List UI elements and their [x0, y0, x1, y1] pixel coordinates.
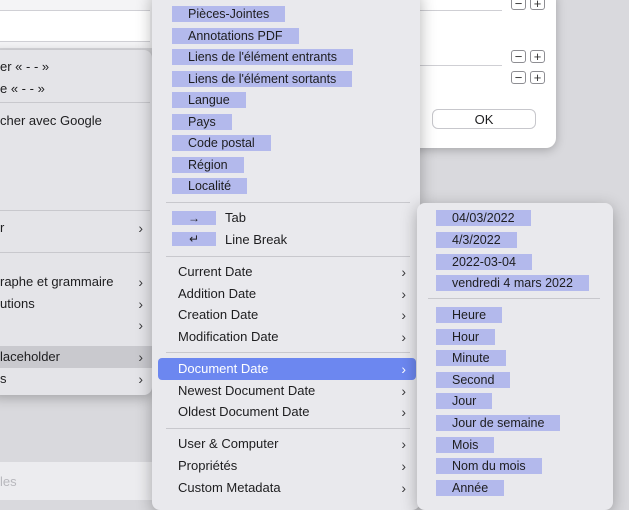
left-menu-item[interactable]: cher avec Google	[0, 110, 152, 132]
remove-row-button[interactable]: −	[511, 50, 526, 63]
menu-separator	[166, 428, 410, 429]
date-format-item[interactable]: 2022-03-04	[436, 254, 532, 270]
date-component-item[interactable]: Mois	[436, 437, 495, 453]
return-arrow-icon: ↵	[172, 232, 216, 246]
left-menu-item[interactable]: utions ›	[0, 293, 152, 315]
left-menu-item[interactable]: e « - - »	[0, 78, 152, 100]
menu-item-label: Creation Date	[178, 307, 259, 322]
left-window-bottom	[0, 462, 152, 500]
left-menu-item-label: er « - - »	[0, 59, 50, 74]
menu-item-creation-date[interactable]: Creation Date ›	[158, 304, 416, 326]
date-format-item[interactable]: vendredi 4 mars 2022	[436, 275, 589, 291]
menu-item-newest-document-date[interactable]: Newest Document Date ›	[158, 380, 416, 402]
menu-separator	[166, 202, 410, 203]
menu-item-label: User & Computer	[178, 436, 279, 451]
add-row-button[interactable]: +	[530, 71, 545, 84]
line-break-item-label[interactable]: Line Break	[225, 232, 287, 247]
left-menu-item-label: laceholder	[0, 349, 60, 364]
menu-item-label: Current Date	[178, 264, 253, 279]
menu-separator	[428, 298, 600, 299]
placeholder-item-locality[interactable]: Localité	[172, 178, 248, 194]
menu-item-oldest-document-date[interactable]: Oldest Document Date ›	[158, 401, 416, 423]
menu-item-addition-date[interactable]: Addition Date ›	[158, 283, 416, 305]
dialog-field-divider	[420, 10, 502, 11]
menu-separator	[0, 102, 150, 103]
add-row-button[interactable]: +	[530, 50, 545, 63]
left-menu-item[interactable]: er « - - »	[0, 56, 152, 78]
date-component-item[interactable]: Minute	[436, 350, 506, 366]
dialog-field-divider	[420, 65, 502, 66]
left-menu-item-label: cher avec Google	[0, 113, 102, 128]
remove-row-button[interactable]: −	[511, 0, 526, 10]
menu-item-label: Document Date	[178, 361, 269, 376]
chevron-right-icon: ›	[138, 349, 143, 365]
left-menu-item[interactable]: ›	[0, 314, 152, 336]
placeholder-item-incoming-links[interactable]: Liens de l'élément entrants	[172, 49, 354, 65]
menu-separator	[166, 256, 410, 257]
menu-item-label: Newest Document Date	[178, 383, 316, 398]
date-component-item[interactable]: Année	[436, 480, 505, 496]
menu-item-label: Propriétés	[178, 458, 238, 473]
placeholder-item-attachments[interactable]: Pièces-Jointes	[172, 6, 286, 22]
date-component-item[interactable]: Jour	[436, 393, 493, 409]
placeholder-item-outgoing-links[interactable]: Liens de l'élément sortants	[172, 71, 353, 87]
left-menu-item[interactable]: r ›	[0, 217, 152, 239]
date-format-item[interactable]: 4/3/2022	[436, 232, 517, 248]
tab-arrow-icon: →	[172, 211, 216, 225]
menu-item-user-computer[interactable]: User & Computer ›	[158, 433, 416, 455]
tab-item-label[interactable]: Tab	[225, 210, 246, 225]
chevron-right-icon: ›	[401, 480, 406, 496]
left-menu-item[interactable]: s ›	[0, 368, 152, 390]
background-text: les	[0, 474, 17, 489]
left-menu-item[interactable]: raphe et grammaire ›	[0, 271, 152, 293]
chevron-right-icon: ›	[401, 286, 406, 302]
chevron-right-icon: ›	[138, 371, 143, 387]
date-component-item[interactable]: Second	[436, 372, 511, 388]
chevron-right-icon: ›	[401, 383, 406, 399]
chevron-right-icon: ›	[401, 436, 406, 452]
placeholder-item-region[interactable]: Région	[172, 157, 244, 173]
date-component-item[interactable]: Nom du mois	[436, 458, 542, 474]
chevron-right-icon: ›	[401, 264, 406, 280]
date-component-item[interactable]: Heure	[436, 307, 503, 323]
menu-item-modification-date[interactable]: Modification Date ›	[158, 326, 416, 348]
left-menu-item-label: s	[0, 371, 7, 386]
menu-separator	[0, 210, 150, 211]
menu-separator	[0, 252, 150, 253]
date-component-item[interactable]: Hour	[436, 329, 496, 345]
chevron-right-icon: ›	[401, 404, 406, 420]
chevron-right-icon: ›	[138, 296, 143, 312]
chevron-right-icon: ›	[401, 307, 406, 323]
ok-button[interactable]: OK	[432, 109, 536, 129]
add-row-button[interactable]: +	[530, 0, 545, 10]
left-menu-item-label: e « - - »	[0, 81, 45, 96]
menu-item-label: Oldest Document Date	[178, 404, 310, 419]
chevron-right-icon: ›	[138, 274, 143, 290]
menu-separator	[166, 352, 410, 353]
chevron-right-icon: ›	[138, 317, 143, 333]
menu-item-label: Custom Metadata	[178, 480, 281, 495]
left-top-field	[0, 10, 150, 42]
date-component-item[interactable]: Jour de semaine	[436, 415, 561, 431]
placeholder-item-language[interactable]: Langue	[172, 92, 246, 108]
menu-item-label: Addition Date	[178, 286, 257, 301]
left-menu-item-label: raphe et grammaire	[0, 274, 114, 289]
left-menu-item-placeholder[interactable]: laceholder ›	[0, 346, 152, 368]
menu-item-label: Modification Date	[178, 329, 279, 344]
remove-row-button[interactable]: −	[511, 71, 526, 84]
date-format-item[interactable]: 04/03/2022	[436, 210, 531, 226]
chevron-right-icon: ›	[401, 329, 406, 345]
placeholder-item-country[interactable]: Pays	[172, 114, 232, 130]
chevron-right-icon: ›	[401, 361, 406, 377]
left-menu-item-label: utions	[0, 296, 35, 311]
left-menu-item-label: r	[0, 220, 5, 235]
menu-item-current-date[interactable]: Current Date ›	[158, 261, 416, 283]
menu-item-properties[interactable]: Propriétés ›	[158, 455, 416, 477]
placeholder-item-postal-code[interactable]: Code postal	[172, 135, 271, 151]
chevron-right-icon: ›	[401, 458, 406, 474]
menu-item-custom-metadata[interactable]: Custom Metadata ›	[158, 477, 416, 499]
chevron-right-icon: ›	[138, 220, 143, 236]
placeholder-item-pdf-annotations[interactable]: Annotations PDF	[172, 28, 299, 44]
menu-item-document-date[interactable]: Document Date ›	[158, 358, 416, 380]
